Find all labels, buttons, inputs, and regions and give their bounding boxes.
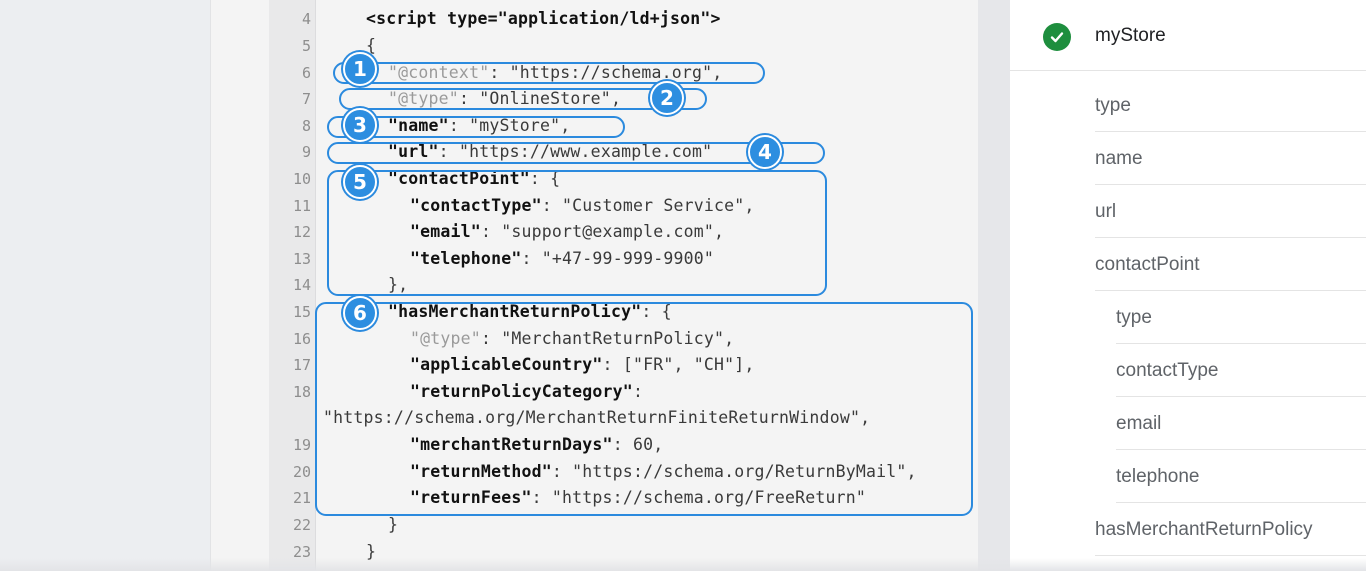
tree-item-label: email xyxy=(1116,413,1162,434)
line-number: 7 xyxy=(301,90,311,108)
line-number: 22 xyxy=(292,516,311,534)
line-number: 14 xyxy=(292,276,311,294)
tree-item-label: type xyxy=(1116,307,1152,328)
tree-item-email[interactable]: email xyxy=(1116,397,1366,450)
highlight-box-1 xyxy=(333,62,765,84)
tree-header[interactable]: myStore xyxy=(1010,0,1366,71)
badge-2: 2 xyxy=(650,81,684,115)
line-number: 20 xyxy=(292,463,311,481)
line-number: 5 xyxy=(301,37,311,55)
tree-title: myStore xyxy=(1095,25,1166,46)
tree-item-label: url xyxy=(1095,201,1117,222)
badge-4: 4 xyxy=(748,135,782,169)
highlight-box-5 xyxy=(327,170,827,296)
tree-item-type[interactable]: type xyxy=(1095,79,1366,132)
tree-item-label: contactPoint xyxy=(1095,254,1200,275)
line-number: 15 xyxy=(292,303,311,321)
badge-1: 1 xyxy=(343,52,377,86)
tree-item-label: telephone xyxy=(1116,466,1200,487)
tree-item-label: name xyxy=(1095,148,1143,169)
tree-item-label: hasMerchantReturnPolicy xyxy=(1095,519,1313,540)
line-number: 8 xyxy=(301,117,311,135)
tree-item-label: contactType xyxy=(1116,360,1219,381)
line-number: 16 xyxy=(292,330,311,348)
check-circle-icon xyxy=(1043,23,1071,51)
tree-item-contactpoint[interactable]: contactPoint xyxy=(1095,238,1366,291)
tree-item-contacttype[interactable]: contactType xyxy=(1116,344,1366,397)
code-line: <script type="application/ld+json"> xyxy=(366,9,721,28)
line-number: 9 xyxy=(301,143,311,161)
structured-data-tree: myStore type name url contactPoint type … xyxy=(1010,0,1366,571)
tree-item-name[interactable]: name xyxy=(1095,132,1366,185)
badge-3: 3 xyxy=(343,108,377,142)
line-number: 10 xyxy=(292,170,311,188)
highlight-box-6 xyxy=(315,302,973,516)
bottom-shadow xyxy=(0,558,1366,571)
line-number: 12 xyxy=(292,223,311,241)
code-editor-panel: 4 5 6 7 8 9 10 11 12 13 14 15 16 17 18 1… xyxy=(210,0,979,571)
panel-divider xyxy=(978,0,1010,571)
tree-item-url[interactable]: url xyxy=(1095,185,1366,238)
line-number: 13 xyxy=(292,250,311,268)
tree-item-label: type xyxy=(1095,95,1131,116)
line-number: 11 xyxy=(292,197,311,215)
page-background xyxy=(0,0,210,571)
tree-item-contactpoint-type[interactable]: type xyxy=(1116,291,1366,344)
line-number: 19 xyxy=(292,436,311,454)
line-number: 17 xyxy=(292,356,311,374)
line-number: 6 xyxy=(301,64,311,82)
tree-item-hasmerchantreturnpolicy[interactable]: hasMerchantReturnPolicy xyxy=(1095,503,1366,556)
line-number: 4 xyxy=(301,10,311,28)
line-number: 21 xyxy=(292,489,311,507)
badge-6: 6 xyxy=(343,296,377,330)
tree-item-telephone[interactable]: telephone xyxy=(1116,450,1366,503)
badge-5: 5 xyxy=(343,165,377,199)
line-number: 18 xyxy=(292,383,311,401)
